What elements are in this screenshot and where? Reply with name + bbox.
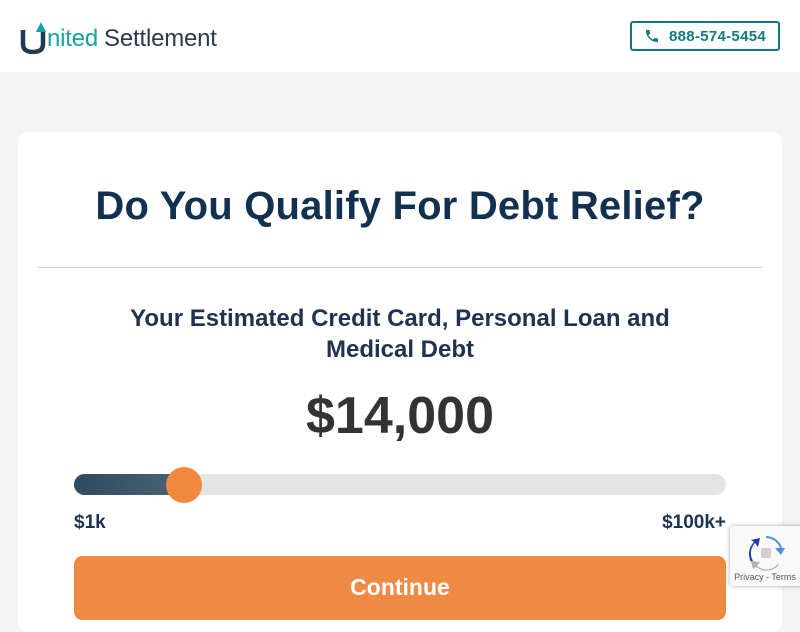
logo-wordmark: nited Settlement xyxy=(47,25,217,54)
qualify-card: Do You Qualify For Debt Relief? Your Est… xyxy=(18,132,782,632)
logo-nited-text: nited xyxy=(47,25,99,52)
slider-min-label: $1k xyxy=(74,512,106,533)
recaptcha-links[interactable]: Privacy - Terms xyxy=(730,572,800,582)
continue-button[interactable]: Continue xyxy=(74,556,726,620)
slider-thumb[interactable] xyxy=(166,467,203,503)
debt-amount-value: $14,000 xyxy=(306,387,494,445)
phone-icon xyxy=(645,30,658,42)
call-phone-button[interactable]: 888-574-5454 xyxy=(630,21,780,51)
divider xyxy=(38,267,762,268)
debt-amount-slider[interactable] xyxy=(74,466,726,504)
top-header: nited Settlement 888-574-5454 xyxy=(0,0,800,72)
recaptcha-icon xyxy=(749,536,785,571)
phone-number: 888-574-5454 xyxy=(668,27,766,45)
debt-estimate-label: Your Estimated Credit Card, Personal Loa… xyxy=(130,305,670,363)
page-title: Do You Qualify For Debt Relief? xyxy=(95,184,705,228)
slider-max-label: $100k+ xyxy=(662,512,726,533)
united-settlement-logo[interactable]: nited Settlement xyxy=(20,18,217,55)
logo-settlement-text: Settlement xyxy=(104,25,217,52)
recaptcha-badge[interactable]: Privacy - Terms xyxy=(730,526,800,586)
logo-u-arrow-icon xyxy=(20,20,46,55)
